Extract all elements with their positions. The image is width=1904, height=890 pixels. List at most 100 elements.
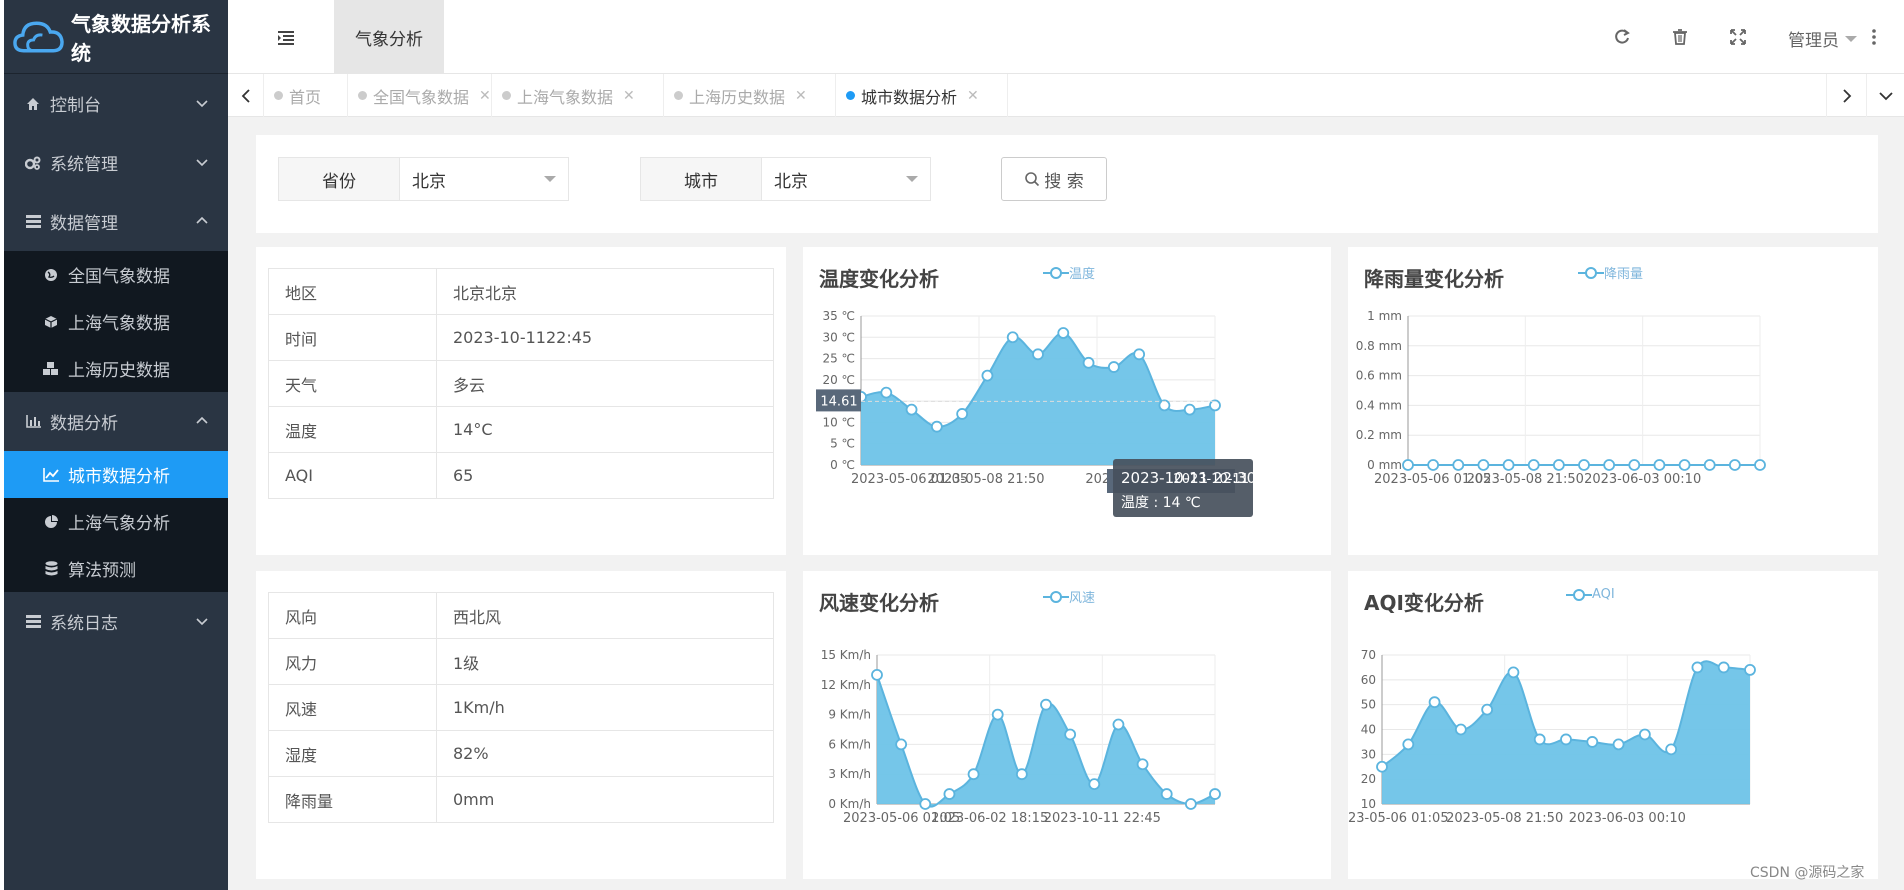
data-point[interactable] bbox=[1502, 459, 1515, 471]
sidebar-item-shanghai-history[interactable]: 上海历史数据 bbox=[4, 345, 228, 392]
data-point[interactable] bbox=[1717, 661, 1730, 674]
data-point[interactable] bbox=[1136, 758, 1149, 771]
data-point[interactable] bbox=[1454, 723, 1467, 736]
user-menu[interactable]: 管理员 bbox=[1788, 26, 1857, 51]
data-point[interactable] bbox=[1628, 459, 1641, 471]
data-point[interactable] bbox=[1006, 331, 1019, 344]
data-point[interactable] bbox=[1452, 459, 1465, 471]
aqi-chart[interactable]: 10 20 30 40 50 60 70 23-05-06 01:052023-05-08 2… bbox=[1348, 571, 1878, 879]
data-point[interactable] bbox=[1703, 459, 1716, 471]
sidebar-item-dashboard[interactable]: 控制台 bbox=[4, 74, 228, 133]
tabs-menu[interactable] bbox=[1866, 74, 1904, 117]
sidebar-item-system-log[interactable]: 系统日志 bbox=[4, 592, 228, 651]
data-point[interactable] bbox=[1603, 459, 1616, 471]
search-button[interactable]: 搜 索 bbox=[1001, 157, 1107, 201]
data-point[interactable] bbox=[1507, 666, 1520, 679]
data-point[interactable] bbox=[1586, 736, 1599, 748]
fullscreen-icon[interactable] bbox=[1728, 27, 1748, 47]
data-point[interactable] bbox=[895, 738, 908, 751]
data-point[interactable] bbox=[1428, 696, 1441, 709]
data-point[interactable] bbox=[1133, 348, 1146, 361]
data-point[interactable] bbox=[905, 403, 918, 416]
close-icon[interactable]: ✕ bbox=[795, 88, 807, 104]
data-point[interactable] bbox=[1481, 703, 1494, 716]
wind-speed-chart[interactable]: 0 Km/h 3 Km/h 6 Km/h 9 Km/h 12 Km/h 15 Km/h 20… bbox=[803, 571, 1331, 879]
refresh-icon[interactable] bbox=[1612, 27, 1632, 47]
data-point[interactable] bbox=[1082, 356, 1095, 369]
data-point[interactable] bbox=[1209, 788, 1221, 800]
more-vertical-icon[interactable] bbox=[1870, 27, 1878, 47]
data-point[interactable] bbox=[1638, 728, 1651, 741]
sidebar-item-algorithm-forecast[interactable]: 算法预测 bbox=[4, 545, 228, 592]
data-point[interactable] bbox=[991, 708, 1004, 721]
data-point[interactable] bbox=[1653, 459, 1666, 471]
data-point[interactable] bbox=[943, 788, 956, 800]
data-point[interactable] bbox=[956, 408, 969, 420]
data-point[interactable] bbox=[1477, 459, 1490, 471]
tab-city-analysis[interactable]: 城市数据分析 ✕ bbox=[836, 74, 1008, 117]
tabs-scroll-left[interactable] bbox=[228, 74, 264, 117]
data-point[interactable] bbox=[880, 386, 893, 399]
data-point[interactable] bbox=[1612, 738, 1625, 751]
logo[interactable]: 气象数据分析系统 bbox=[4, 0, 228, 74]
data-point[interactable] bbox=[1088, 778, 1101, 791]
data-point[interactable] bbox=[1744, 664, 1756, 676]
page-tab-weather-analysis[interactable]: 气象分析 bbox=[334, 0, 444, 74]
sidebar-item-national-weather[interactable]: 全国气象数据 bbox=[4, 251, 228, 298]
data-point[interactable] bbox=[1160, 788, 1173, 800]
data-point[interactable] bbox=[1678, 459, 1691, 471]
table-key: 湿度 bbox=[268, 730, 437, 777]
y-tick-label: 9 Km/h bbox=[828, 708, 871, 722]
close-icon[interactable]: ✕ bbox=[479, 88, 491, 104]
data-point[interactable] bbox=[1728, 459, 1741, 471]
menu-toggle-icon[interactable] bbox=[276, 28, 296, 48]
tab-shanghai-history[interactable]: 上海历史数据 ✕ bbox=[664, 74, 836, 117]
data-point[interactable] bbox=[1183, 403, 1196, 416]
data-point[interactable] bbox=[1665, 743, 1678, 756]
data-point[interactable] bbox=[1754, 459, 1766, 471]
data-point[interactable] bbox=[1402, 459, 1414, 471]
tab-home[interactable]: 首页 bbox=[264, 74, 348, 117]
sidebar-item-city-analysis[interactable]: 城市数据分析 bbox=[4, 451, 228, 498]
data-point[interactable] bbox=[1527, 459, 1540, 471]
table-row: 降雨量 0mm bbox=[268, 776, 774, 823]
data-point[interactable] bbox=[1107, 361, 1120, 373]
data-point[interactable] bbox=[930, 420, 943, 433]
province-select[interactable]: 北京 bbox=[399, 157, 569, 201]
city-select[interactable]: 北京 bbox=[761, 157, 931, 201]
data-point[interactable] bbox=[1032, 348, 1044, 361]
data-point[interactable] bbox=[1064, 728, 1077, 741]
data-point[interactable] bbox=[919, 798, 932, 810]
sidebar-item-data-management[interactable]: 数据管理 bbox=[4, 192, 228, 251]
close-icon[interactable]: ✕ bbox=[967, 88, 979, 104]
tabs-scroll-right[interactable] bbox=[1826, 74, 1866, 117]
data-point[interactable] bbox=[871, 668, 883, 681]
data-point[interactable] bbox=[1112, 718, 1125, 731]
sidebar-item-shanghai-analysis[interactable]: 上海气象分析 bbox=[4, 498, 228, 545]
data-point[interactable] bbox=[981, 369, 994, 382]
data-point[interactable] bbox=[1552, 459, 1565, 471]
data-point[interactable] bbox=[1578, 459, 1590, 471]
data-point[interactable] bbox=[1184, 798, 1197, 810]
close-icon[interactable]: ✕ bbox=[623, 88, 635, 104]
chevron-down-icon bbox=[196, 618, 208, 626]
data-point[interactable] bbox=[1376, 760, 1388, 773]
data-point[interactable] bbox=[1427, 459, 1440, 471]
data-point[interactable] bbox=[1533, 733, 1546, 746]
data-point[interactable] bbox=[1560, 733, 1572, 746]
sidebar-item-system[interactable]: 系统管理 bbox=[4, 133, 228, 192]
data-point[interactable] bbox=[1691, 661, 1704, 674]
city-value: 北京 bbox=[774, 171, 808, 192]
tab-national-weather[interactable]: 全国气象数据 ✕ bbox=[348, 74, 492, 117]
trash-icon[interactable] bbox=[1670, 27, 1690, 47]
data-point[interactable] bbox=[1040, 698, 1052, 711]
temperature-chart[interactable]: 0 ℃5 ℃10 ℃15 ℃20 ℃25 ℃30 ℃35 ℃2023-05-06… bbox=[803, 247, 1331, 555]
data-point[interactable] bbox=[1015, 768, 1028, 781]
data-point[interactable] bbox=[967, 768, 980, 781]
data-point[interactable] bbox=[1057, 327, 1070, 339]
rainfall-chart[interactable]: 0 mm 0.2 mm 0.4 mm 0.6 mm 0.8 mm 1 mm 2023-05-… bbox=[1348, 247, 1878, 555]
sidebar-item-data-analysis[interactable]: 数据分析 bbox=[4, 392, 228, 451]
tab-shanghai-weather[interactable]: 上海气象数据 ✕ bbox=[492, 74, 664, 117]
data-point[interactable] bbox=[1402, 738, 1415, 751]
sidebar-item-shanghai-weather[interactable]: 上海气象数据 bbox=[4, 298, 228, 345]
